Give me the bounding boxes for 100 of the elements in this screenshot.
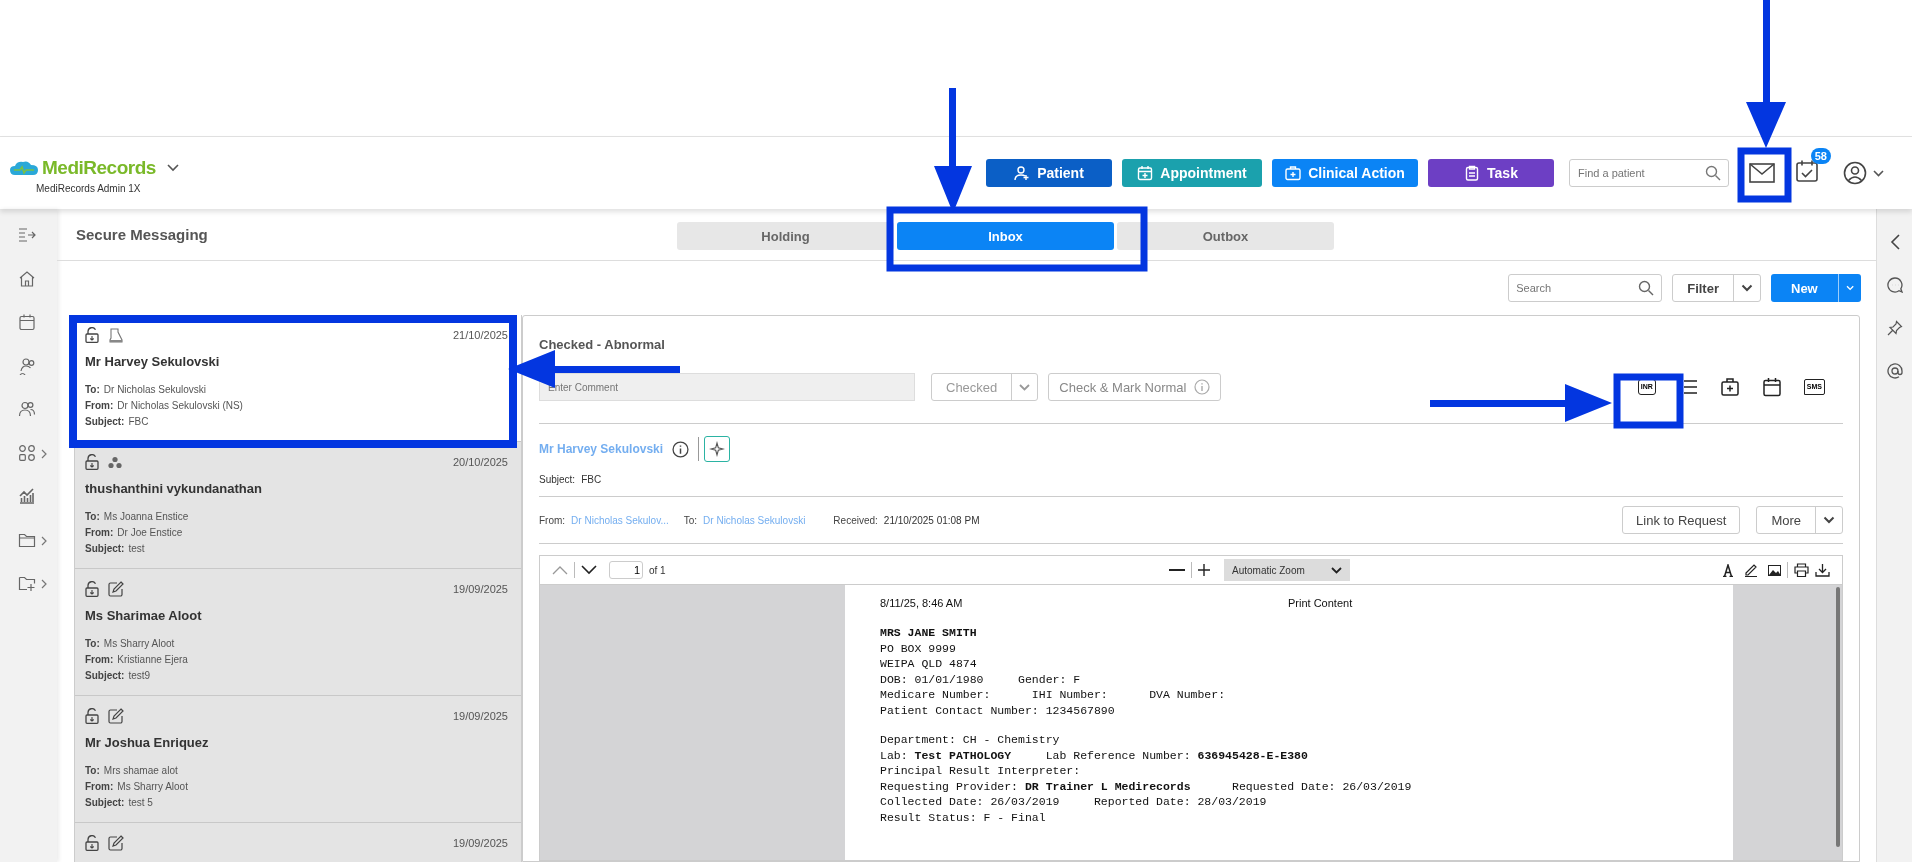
field-label: Subject: bbox=[85, 669, 125, 683]
report-line: Department: CH - Chemistry bbox=[880, 732, 1061, 748]
chevron-right-icon[interactable] bbox=[41, 448, 47, 459]
unlocked-padlock-icon bbox=[85, 327, 99, 343]
download-icon[interactable] bbox=[1815, 563, 1830, 577]
field-value: test 5 bbox=[128, 796, 153, 810]
chevron-down-icon[interactable] bbox=[1873, 169, 1884, 177]
caret-icon[interactable] bbox=[1823, 516, 1835, 524]
received-label: Received: bbox=[833, 514, 878, 526]
check-mark-normal-button[interactable]: Check & Mark Normal bbox=[1048, 373, 1222, 401]
clinical-action-button[interactable]: Clinical Action bbox=[1272, 159, 1418, 187]
image-icon[interactable] bbox=[1768, 564, 1781, 576]
zoom-out-icon[interactable] bbox=[1169, 568, 1185, 572]
apps-icon[interactable] bbox=[18, 443, 36, 462]
cloud-logo-icon bbox=[9, 158, 39, 177]
person-add-icon bbox=[1014, 165, 1031, 181]
folder-tab[interactable]: Outbox bbox=[1117, 222, 1334, 250]
scrollbar[interactable] bbox=[1836, 587, 1840, 847]
from-label: From: bbox=[539, 514, 566, 526]
field-label: To: bbox=[85, 383, 100, 397]
report-line: Lab: Test PATHOLOGY Lab Reference Number: 636945428-E-E380 bbox=[880, 747, 1309, 763]
message-search-field[interactable]: Search bbox=[1508, 274, 1663, 302]
calendar-check-icon[interactable] bbox=[1795, 159, 1819, 183]
unlocked-padlock-icon bbox=[85, 581, 99, 597]
more-button[interactable]: More bbox=[1757, 507, 1816, 533]
result-status: Checked - Abnormal bbox=[539, 337, 666, 352]
next-page-icon[interactable] bbox=[581, 565, 597, 575]
filter-button[interactable]: Filter bbox=[1673, 275, 1734, 301]
print-icon[interactable] bbox=[1794, 563, 1809, 577]
patient-action-button[interactable]: Patient bbox=[986, 159, 1112, 187]
patient-name: Ms Sharimae Aloot bbox=[85, 608, 203, 623]
edit-note-icon bbox=[108, 581, 124, 597]
new-button[interactable]: New bbox=[1771, 274, 1839, 302]
ai-sparkle-button[interactable] bbox=[704, 436, 731, 462]
page-number-field[interactable]: 1 bbox=[609, 561, 643, 579]
message-date: 19/09/2025 bbox=[452, 837, 508, 849]
chevron-down-icon[interactable] bbox=[166, 163, 179, 172]
text-tool-icon[interactable] bbox=[1722, 563, 1734, 577]
message-list-item[interactable]: 19/09/2025 Mr Joshua Enriquez To: Mrs shamae alot From: Ms Sharry Aloot Subject: test 5 bbox=[75, 696, 521, 823]
zoom-select[interactable]: Automatic Zoom bbox=[1224, 559, 1350, 581]
collapse-icon[interactable] bbox=[18, 226, 36, 244]
radiation-icon bbox=[108, 455, 122, 469]
previous-page-icon[interactable] bbox=[552, 565, 568, 575]
to-label: To: bbox=[683, 514, 698, 526]
message-date: 21/10/2025 bbox=[452, 329, 508, 341]
folder-add-icon[interactable] bbox=[18, 574, 36, 592]
page-title: Secure Messaging bbox=[76, 226, 208, 243]
home-icon[interactable] bbox=[18, 269, 36, 288]
report-line: Collected Date: 26/03/2019 Reported Date: 28/03/2019 bbox=[880, 794, 1268, 810]
chat-bubble-icon[interactable] bbox=[1886, 277, 1903, 293]
chevron-right-icon[interactable] bbox=[41, 579, 47, 589]
edit-note-icon bbox=[108, 835, 124, 851]
highlight-frame bbox=[1737, 147, 1792, 203]
unlocked-padlock-icon bbox=[85, 835, 99, 851]
message-list-item[interactable]: 21/10/2025 Mr Harvey Sekulovski To: Dr Nicholas Sekulovski From: Dr Nicholas Sekulovski (NS) Subject: FBC bbox=[75, 315, 521, 442]
chevron-right-icon[interactable] bbox=[41, 535, 47, 546]
task-action-button[interactable]: Task bbox=[1428, 159, 1554, 187]
caret-icon[interactable] bbox=[1741, 284, 1753, 292]
received-date: 21/10/2025 01:08 PM bbox=[883, 514, 980, 526]
message-date: 19/09/2025 bbox=[452, 710, 508, 722]
notification-count: 58 bbox=[1810, 148, 1831, 164]
search-icon bbox=[1705, 165, 1721, 181]
print-heading: Print Content bbox=[1288, 597, 1353, 609]
field-label: To: bbox=[85, 764, 100, 778]
mail-icon[interactable] bbox=[1749, 163, 1775, 183]
link-to-request-button[interactable]: Link to Request bbox=[1622, 506, 1741, 534]
field-value: Ms Joanna Enstice bbox=[103, 510, 189, 524]
pen-icon[interactable] bbox=[1744, 563, 1758, 577]
subject-label: Subject: bbox=[539, 474, 576, 485]
field-value: test bbox=[128, 542, 145, 556]
user-avatar-icon[interactable] bbox=[1843, 161, 1867, 185]
info-icon[interactable] bbox=[672, 440, 690, 458]
message-list-item[interactable]: 20/10/2025 thushanthini vykundanathan To: Ms Joanna Enstice From: Dr Joe Enstice Subject: test bbox=[75, 442, 521, 569]
medical-kit-icon[interactable] bbox=[1719, 377, 1740, 397]
zoom-in-icon[interactable] bbox=[1198, 564, 1210, 576]
field-label: Subject: bbox=[85, 796, 125, 810]
message-list-item[interactable]: 19/09/2025 Ms Sharimae Aloot To: Ms Sharry Aloot From: Kristianne Ejera Subject: test9 bbox=[75, 569, 521, 696]
report-line: Medicare Number: IHI Number: DVA Number: bbox=[880, 687, 1227, 703]
patient-name: Mr Harvey Sekulovski bbox=[85, 354, 221, 369]
unlocked-padlock-icon bbox=[85, 454, 99, 470]
at-sign-icon[interactable] bbox=[1886, 363, 1903, 379]
field-value: Dr Nicholas Sekulovski (NS) bbox=[117, 399, 243, 413]
subject-value: FBC bbox=[581, 474, 602, 485]
report-line: WEIPA QLD 4874 bbox=[880, 656, 978, 672]
field-value: FBC bbox=[128, 415, 149, 429]
app-logo: MediRecords bbox=[42, 156, 156, 179]
calendar-icon[interactable] bbox=[1761, 377, 1782, 397]
unlocked-padlock-icon bbox=[85, 708, 99, 724]
folder-tab[interactable]: Inbox bbox=[897, 222, 1114, 250]
field-label: From: bbox=[85, 399, 114, 413]
patient-search-field[interactable]: Find a patient bbox=[1569, 159, 1729, 187]
chevron-left-icon[interactable] bbox=[1889, 234, 1900, 250]
field-label: Subject: bbox=[85, 415, 125, 429]
field-value: Ms Sharry Aloot bbox=[103, 637, 175, 651]
pin-icon[interactable] bbox=[1886, 320, 1903, 336]
field-label: From: bbox=[85, 780, 114, 794]
people-icon[interactable] bbox=[18, 400, 36, 418]
chart-icon[interactable] bbox=[18, 487, 36, 505]
report-line: PO BOX 9999 bbox=[880, 640, 957, 656]
message-list-item[interactable]: 19/09/2025 bbox=[75, 823, 521, 862]
